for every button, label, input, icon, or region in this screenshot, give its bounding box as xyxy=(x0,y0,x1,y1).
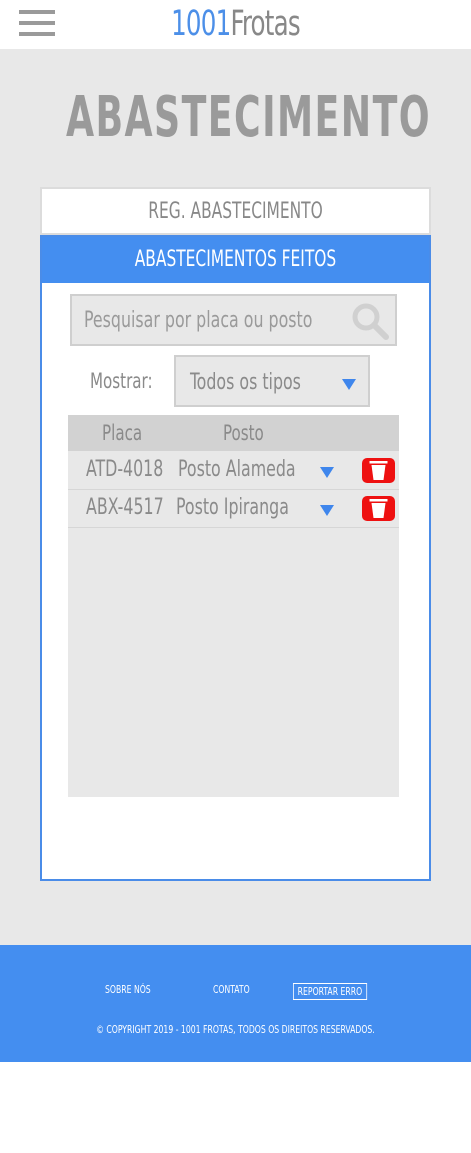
brand-word: Frotas xyxy=(230,4,300,44)
main-content: ABASTECIMENTO REG. ABASTECIMENTO ABASTEC… xyxy=(0,49,471,945)
expand-row-chevron-icon[interactable] xyxy=(320,467,334,478)
table-row[interactable]: ABX-4517 Posto Ipiranga xyxy=(68,490,399,528)
top-bar: 1001Frotas xyxy=(0,0,471,49)
refuels-table: Placa Posto ATD-4018 Posto Alameda ABX-4… xyxy=(68,415,399,797)
column-header-posto: Posto xyxy=(223,421,264,445)
footer: SOBRE NÓS CONTATO REPORTAR ERRO © COPYRI… xyxy=(0,945,471,1062)
row-placa: ATD-4018 xyxy=(86,457,164,482)
search-icon[interactable] xyxy=(351,302,389,340)
row-posto: Posto Alameda xyxy=(178,457,296,482)
chevron-down-icon xyxy=(342,379,356,390)
filter-label: Mostrar: xyxy=(90,369,153,393)
refuel-card: REG. ABASTECIMENTO ABASTECIMENTOS FEITOS… xyxy=(40,187,431,881)
row-placa: ABX-4517 xyxy=(86,495,164,520)
tab-refuels-done[interactable]: ABASTECIMENTOS FEITOS xyxy=(42,237,429,283)
table-row[interactable]: ATD-4018 Posto Alameda xyxy=(68,452,399,490)
type-filter-value: Todos os tipos xyxy=(190,370,301,395)
hamburger-menu-icon[interactable] xyxy=(19,8,55,38)
copyright-text: © COPYRIGHT 2019 - 1001 FROTAS, TODOS OS… xyxy=(96,1023,375,1036)
page-title: ABASTECIMENTO xyxy=(65,85,432,150)
expand-row-chevron-icon[interactable] xyxy=(320,505,334,516)
footer-link-contact[interactable]: CONTATO xyxy=(213,983,250,996)
refuels-done-panel: ABASTECIMENTOS FEITOS Pesquisar por plac… xyxy=(40,235,431,881)
delete-trash-icon[interactable] xyxy=(362,496,395,521)
table-header: Placa Posto xyxy=(68,415,399,451)
tab-refuels-done-label: ABASTECIMENTOS FEITOS xyxy=(134,247,337,272)
footer-link-report-error[interactable]: REPORTAR ERRO xyxy=(293,983,367,1000)
type-filter-select[interactable]: Todos os tipos xyxy=(174,355,370,407)
delete-trash-icon[interactable] xyxy=(362,458,395,483)
row-posto: Posto Ipiranga xyxy=(176,495,289,520)
tab-register-refuel-label: REG. ABASTECIMENTO xyxy=(148,199,323,224)
search-input[interactable]: Pesquisar por placa ou posto xyxy=(70,294,397,346)
app-logo[interactable]: 1001Frotas xyxy=(52,3,419,45)
search-placeholder: Pesquisar por placa ou posto xyxy=(84,308,313,333)
column-header-placa: Placa xyxy=(102,421,143,445)
footer-link-about[interactable]: SOBRE NÓS xyxy=(105,983,151,996)
tab-register-refuel[interactable]: REG. ABASTECIMENTO xyxy=(40,187,431,235)
brand-number: 1001 xyxy=(171,4,231,44)
